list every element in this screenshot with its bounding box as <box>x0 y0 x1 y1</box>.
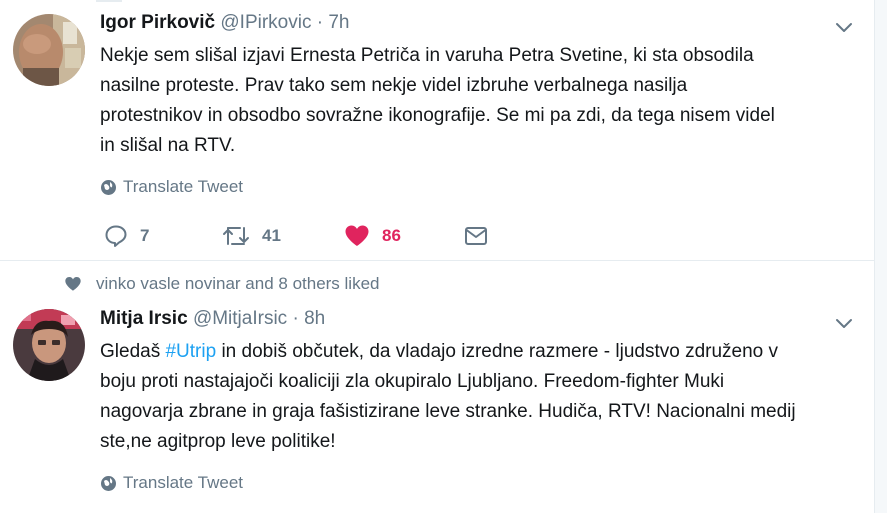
tweet-text-line: nasilne proteste. Prav tako sem nekje vi… <box>100 75 688 96</box>
hashtag-link[interactable]: #Utrip <box>165 341 216 362</box>
timestamp[interactable]: 8h <box>304 308 325 329</box>
separator-dot: · <box>316 12 324 33</box>
timestamp[interactable]: 7h <box>328 12 349 33</box>
social-context-text[interactable]: vinko vasle novinar and 8 others liked <box>96 274 380 294</box>
globe-icon <box>101 475 116 491</box>
timeline: Igor Pirkovič @IPirkovic · 7h Nekje sem … <box>0 0 875 513</box>
author-handle[interactable]: @MitjaIrsic <box>193 308 287 329</box>
retweet-button[interactable]: 41 <box>222 222 281 250</box>
reply-count: 7 <box>140 226 150 245</box>
globe-icon <box>101 179 116 195</box>
retweet-count: 41 <box>262 226 281 245</box>
translate-label: Translate Tweet <box>123 473 244 492</box>
social-context: vinko vasle novinar and 8 others liked <box>64 273 380 295</box>
tweet-header: Igor Pirkovič @IPirkovic · 7h <box>100 12 350 36</box>
retweet-icon <box>223 227 249 245</box>
reply-icon <box>105 225 127 247</box>
scrollbar[interactable] <box>875 0 887 513</box>
translate-label: Translate Tweet <box>123 177 244 196</box>
tweet-text-segment: Gledaš <box>100 341 166 362</box>
avatar[interactable] <box>13 14 85 86</box>
tweet[interactable]: Igor Pirkovič @IPirkovic · 7h Nekje sem … <box>0 0 875 261</box>
envelope-icon <box>465 227 487 245</box>
tweet-text-line: Nekje sem slišal izjavi Ernesta Petriča … <box>100 45 754 66</box>
author-handle[interactable]: @IPirkovic <box>220 12 311 33</box>
tweet-text: Nekje sem slišal izjavi Ernesta Petriča … <box>100 41 860 161</box>
tweet-text-line: protestnikov in obsodbo sovražne ikonogr… <box>100 105 775 126</box>
avatar[interactable] <box>13 309 85 381</box>
tweet-header: Mitja Irsic @MitjaIrsic · 8h <box>100 308 325 332</box>
tweet-actions: 7 41 86 <box>104 222 504 250</box>
heart-icon <box>65 277 81 291</box>
tweet[interactable]: vinko vasle novinar and 8 others liked M… <box>0 261 875 513</box>
heart-icon <box>345 225 369 246</box>
tweet-text-line: in slišal na RTV. <box>100 135 236 156</box>
tweet-text-line: ste,ne agitprop leve politike! <box>100 431 336 452</box>
tweet-text-segment: in dobiš občutek, da vladajo izredne raz… <box>216 341 779 362</box>
separator-dot: · <box>292 308 299 329</box>
chevron-down-icon[interactable] <box>835 22 853 34</box>
chevron-down-icon[interactable] <box>835 318 853 330</box>
tweet-text-line: boju proti nastajajoči koaliciji zla oku… <box>100 371 725 392</box>
author-name[interactable]: Igor Pirkovič <box>100 12 215 33</box>
tweet-text-line: nagovarja zbrane in graja fašistizirane … <box>100 401 796 422</box>
like-count: 86 <box>382 226 401 245</box>
translate-tweet-link[interactable]: Translate Tweet <box>100 473 243 493</box>
tweet-text: Gledaš #Utrip in dobiš občutek, da vlada… <box>100 337 860 457</box>
tweet-text-line: Gledaš #Utrip in dobiš občutek, da vlada… <box>100 337 860 367</box>
translate-tweet-link[interactable]: Translate Tweet <box>100 177 243 197</box>
like-button[interactable]: 86 <box>344 222 401 250</box>
author-name[interactable]: Mitja Irsic <box>100 308 188 329</box>
reply-button[interactable]: 7 <box>104 222 149 250</box>
direct-message-button[interactable] <box>464 222 488 250</box>
